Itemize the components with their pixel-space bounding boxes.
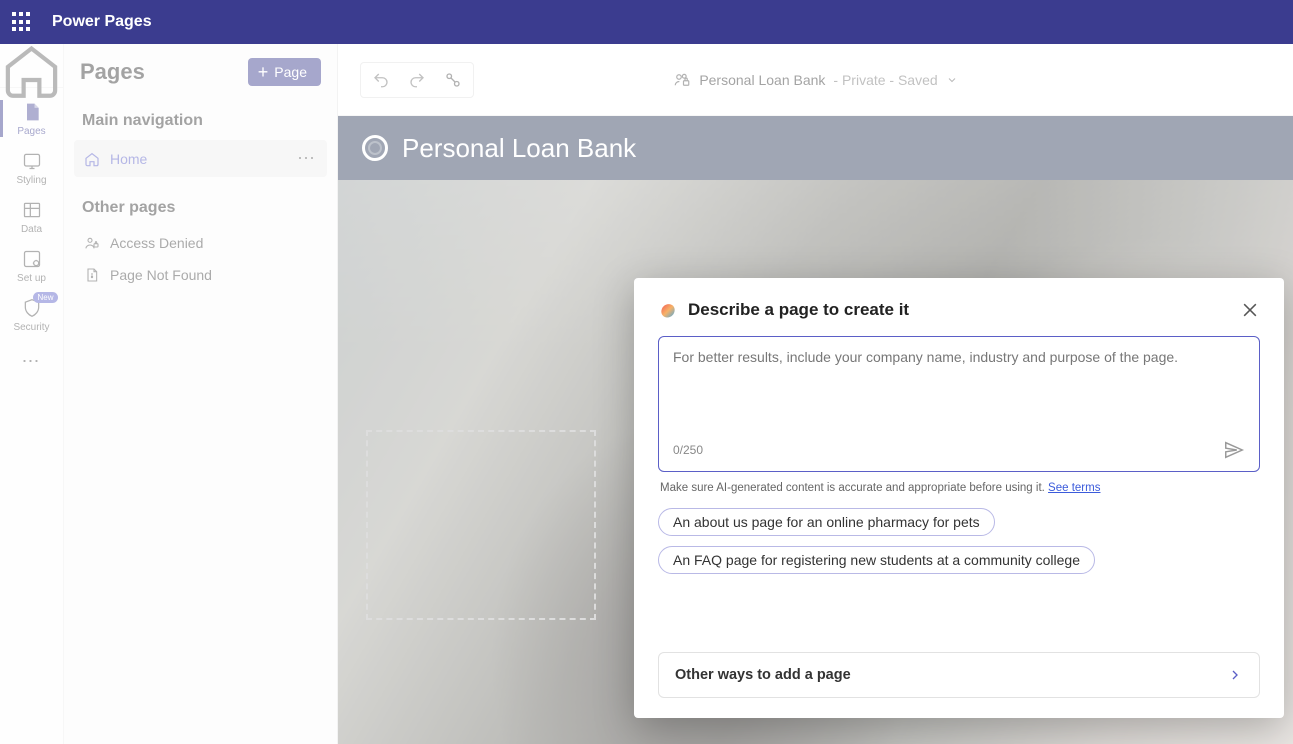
plus-icon: +	[258, 65, 269, 79]
close-button[interactable]	[1240, 300, 1260, 320]
rail-home[interactable]	[0, 52, 63, 88]
prompt-box: 0/250	[658, 336, 1260, 472]
other-ways-label: Other ways to add a page	[675, 667, 851, 683]
rail-label: Security	[13, 322, 49, 333]
styling-icon	[22, 151, 42, 171]
rail-item-pages[interactable]: Pages	[0, 94, 64, 143]
tree-item-home[interactable]: Home ⋯	[74, 140, 327, 177]
pages-panel: Pages + Page Main navigation Home ⋯ Othe…	[64, 44, 338, 744]
rail-label: Set up	[17, 273, 46, 284]
app-header: Power Pages	[0, 0, 1293, 44]
copilot-create-page-dialog: Describe a page to create it 0/250 Make …	[634, 278, 1284, 718]
suggestion-chip[interactable]: An FAQ page for registering new students…	[658, 546, 1095, 574]
person-lock-icon	[84, 235, 100, 251]
new-badge: New	[33, 292, 57, 303]
copilot-icon	[658, 300, 678, 320]
ai-disclaimer: Make sure AI-generated content is accura…	[660, 482, 1258, 494]
send-button[interactable]	[1223, 439, 1245, 461]
rail-item-setup[interactable]: Set up	[0, 241, 64, 290]
dialog-title: Describe a page to create it	[688, 300, 909, 320]
tree-item-access-denied[interactable]: Access Denied	[74, 227, 327, 259]
page-icon	[22, 102, 42, 122]
tree-label: Access Denied	[110, 235, 203, 251]
rail-item-data[interactable]: Data	[0, 192, 64, 241]
chevron-right-icon	[1227, 667, 1243, 683]
add-page-label: Page	[274, 64, 307, 80]
see-terms-link[interactable]: See terms	[1048, 482, 1100, 494]
waffle-icon[interactable]	[12, 12, 32, 32]
suggestion-chip[interactable]: An about us page for an online pharmacy …	[658, 508, 995, 536]
other-ways-button[interactable]: Other ways to add a page	[658, 652, 1260, 698]
rail-more[interactable]: ⋯	[22, 343, 42, 380]
section-other-pages: Other pages	[74, 193, 327, 227]
left-rail: Pages Styling Data Set up New Security ⋯	[0, 44, 64, 744]
data-icon	[22, 200, 42, 220]
rail-item-styling[interactable]: Styling	[0, 143, 64, 192]
home-icon	[84, 151, 100, 167]
char-counter: 0/250	[673, 443, 703, 457]
rail-label: Styling	[16, 175, 46, 186]
tree-label: Page Not Found	[110, 267, 212, 283]
setup-icon	[22, 249, 42, 269]
tree-label: Home	[110, 151, 147, 167]
app-title: Power Pages	[52, 13, 152, 31]
prompt-input[interactable]	[673, 349, 1245, 429]
rail-item-security[interactable]: New Security	[0, 290, 64, 339]
tree-item-more[interactable]: ⋯	[297, 148, 317, 169]
page-warning-icon	[84, 267, 100, 283]
add-page-button[interactable]: + Page	[248, 58, 321, 86]
section-main-nav: Main navigation	[74, 106, 327, 140]
panel-title: Pages	[80, 59, 145, 85]
rail-label: Pages	[17, 126, 45, 137]
home-icon	[0, 38, 63, 101]
tree-item-page-not-found[interactable]: Page Not Found	[74, 259, 327, 291]
rail-label: Data	[21, 224, 42, 235]
